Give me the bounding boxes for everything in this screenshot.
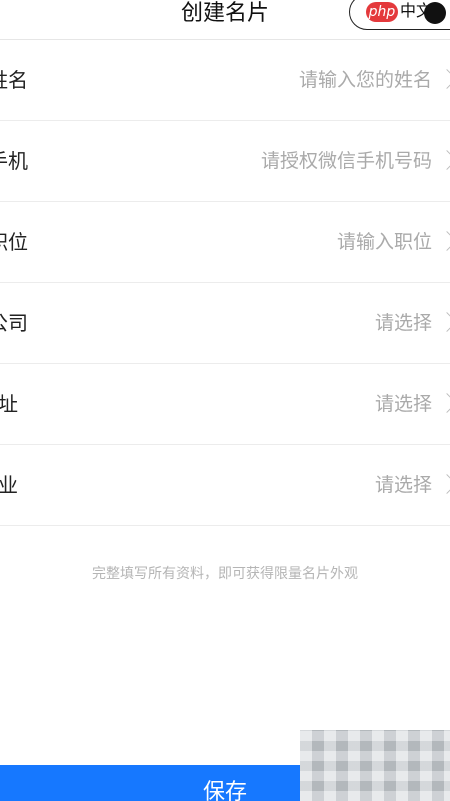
industry-select[interactable]: 请选择 (375, 445, 432, 525)
header-bar: 创建名片 php 中文 (0, 0, 450, 40)
watermark-badge: php 中文 (349, 0, 450, 30)
company-select[interactable]: 请选择 (375, 283, 432, 363)
row-label: *公司 (0, 311, 28, 335)
form-row-position[interactable]: *职位 请输入职位 (0, 202, 450, 283)
row-label: 地址 (0, 392, 18, 416)
address-select[interactable]: 请选择 (375, 364, 432, 444)
chevron-right-icon (437, 474, 450, 494)
row-label: *姓名 (0, 68, 28, 92)
chevron-right-icon (437, 312, 450, 332)
position-input[interactable]: 请输入职位 (337, 202, 432, 282)
chevron-right-icon (437, 393, 450, 413)
name-input[interactable]: 请输入您的姓名 (299, 40, 432, 120)
create-card-page: 创建名片 php 中文 *姓名 请输入您的姓名 *手机 请授权微信手机号码 *职… (0, 0, 450, 801)
chevron-right-icon (437, 69, 450, 89)
chevron-right-icon (437, 150, 450, 170)
chevron-right-icon (437, 231, 450, 251)
form-row-company[interactable]: *公司 请选择 (0, 283, 450, 364)
row-label: 行业 (0, 473, 18, 497)
pixelated-overlay (300, 730, 450, 801)
form-row-address[interactable]: 地址 请选择 (0, 364, 450, 445)
menu-dot-icon (424, 2, 446, 24)
form-row-phone[interactable]: *手机 请授权微信手机号码 (0, 121, 450, 202)
row-label: *职位 (0, 230, 28, 254)
form-row-name[interactable]: *姓名 请输入您的姓名 (0, 40, 450, 121)
completion-hint: 完整填写所有资料，即可获得限量名片外观 (92, 566, 358, 582)
php-logo: php (366, 2, 398, 22)
phone-authorize[interactable]: 请授权微信手机号码 (261, 121, 432, 201)
form-row-industry[interactable]: 行业 请选择 (0, 445, 450, 526)
row-label: *手机 (0, 149, 28, 173)
form-list: *姓名 请输入您的姓名 *手机 请授权微信手机号码 *职位 请输入职位 *公司 … (0, 40, 450, 526)
